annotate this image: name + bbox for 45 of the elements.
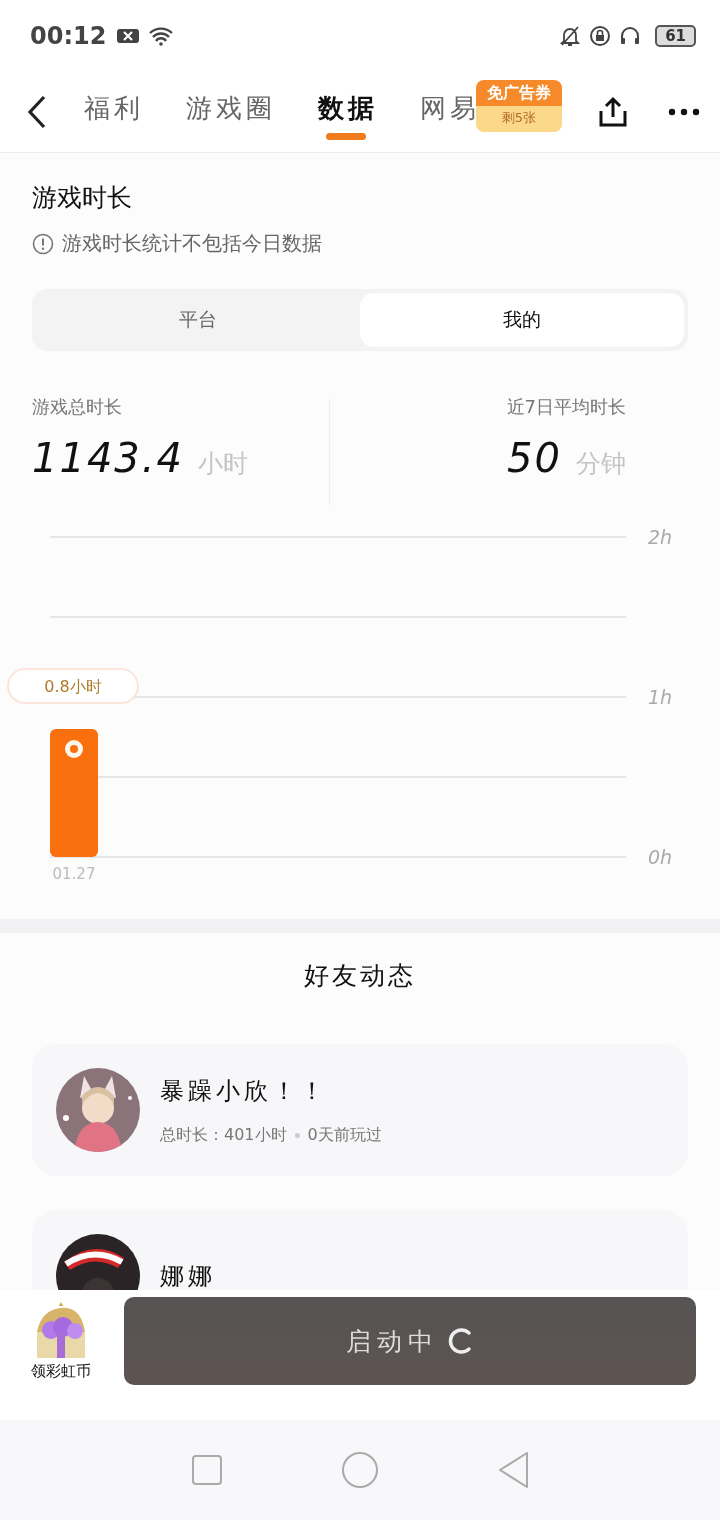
more-icon[interactable] [668,108,700,116]
recent-apps-icon[interactable] [191,1454,223,1486]
axis-tick-label: 1h [648,686,673,708]
bell-off-icon [559,25,582,47]
nav-tab[interactable]: 数据 [318,84,378,140]
stat-label: 游戏总时长 [32,395,123,419]
value-label: 0.8小时 [44,677,102,696]
nav-tab[interactable]: 游戏圈 [186,84,276,140]
notice-text: 游戏时长统计不包括今日数据 [62,230,322,257]
total-playtime: 总时长：401小时 [160,1124,287,1146]
friend-card[interactable]: 暴躁小欣！！ 总时长：401小时 0天前玩过 [32,1044,688,1176]
section-title: 游戏时长 [31,182,133,214]
coupon-badge[interactable]: 免广告券 剩5张 [476,80,562,132]
home-icon[interactable] [341,1451,379,1489]
friend-card[interactable]: 娜娜 [32,1210,688,1290]
info-icon [32,232,54,255]
back-button[interactable] [26,95,48,129]
chart-bar[interactable] [50,729,98,857]
coupon-title: 免广告券 [487,82,551,104]
stat-unit: 小时 [197,448,248,480]
coupon-count: 剩5张 [501,109,537,127]
notification-icon [116,27,141,45]
stat-value: 1143.4 [32,435,184,481]
wifi-icon [148,26,175,46]
friend-name: 娜娜 [160,1261,216,1290]
status-time: 00:12 [30,22,107,50]
stat-value: 50 [507,435,562,481]
stat-label: 近7日平均时长 [506,395,626,419]
rotation-lock-icon [589,25,612,47]
headphones-icon [619,25,642,47]
axis-category-label: 01.27 [52,865,96,883]
battery-level: 61 [655,25,696,47]
back-icon[interactable] [497,1451,531,1489]
axis-tick-label: 2h [648,526,673,548]
section-title: 好友动态 [303,960,417,992]
axis-tick-label: 0h [648,846,673,868]
bar-marker-icon [65,740,83,758]
segment-tab[interactable]: 我的 [360,293,684,347]
friend-name: 暴躁小欣！！ [160,1075,329,1107]
stat-unit: 分钟 [576,448,626,480]
nav-tab[interactable]: 福利 [84,84,144,140]
last-played: 0天前玩过 [307,1124,382,1146]
reward-label[interactable]: 领彩虹币 [31,1361,91,1381]
segment-tab[interactable]: 平台 [36,293,360,347]
launch-button[interactable]: 启动中 [124,1297,696,1385]
